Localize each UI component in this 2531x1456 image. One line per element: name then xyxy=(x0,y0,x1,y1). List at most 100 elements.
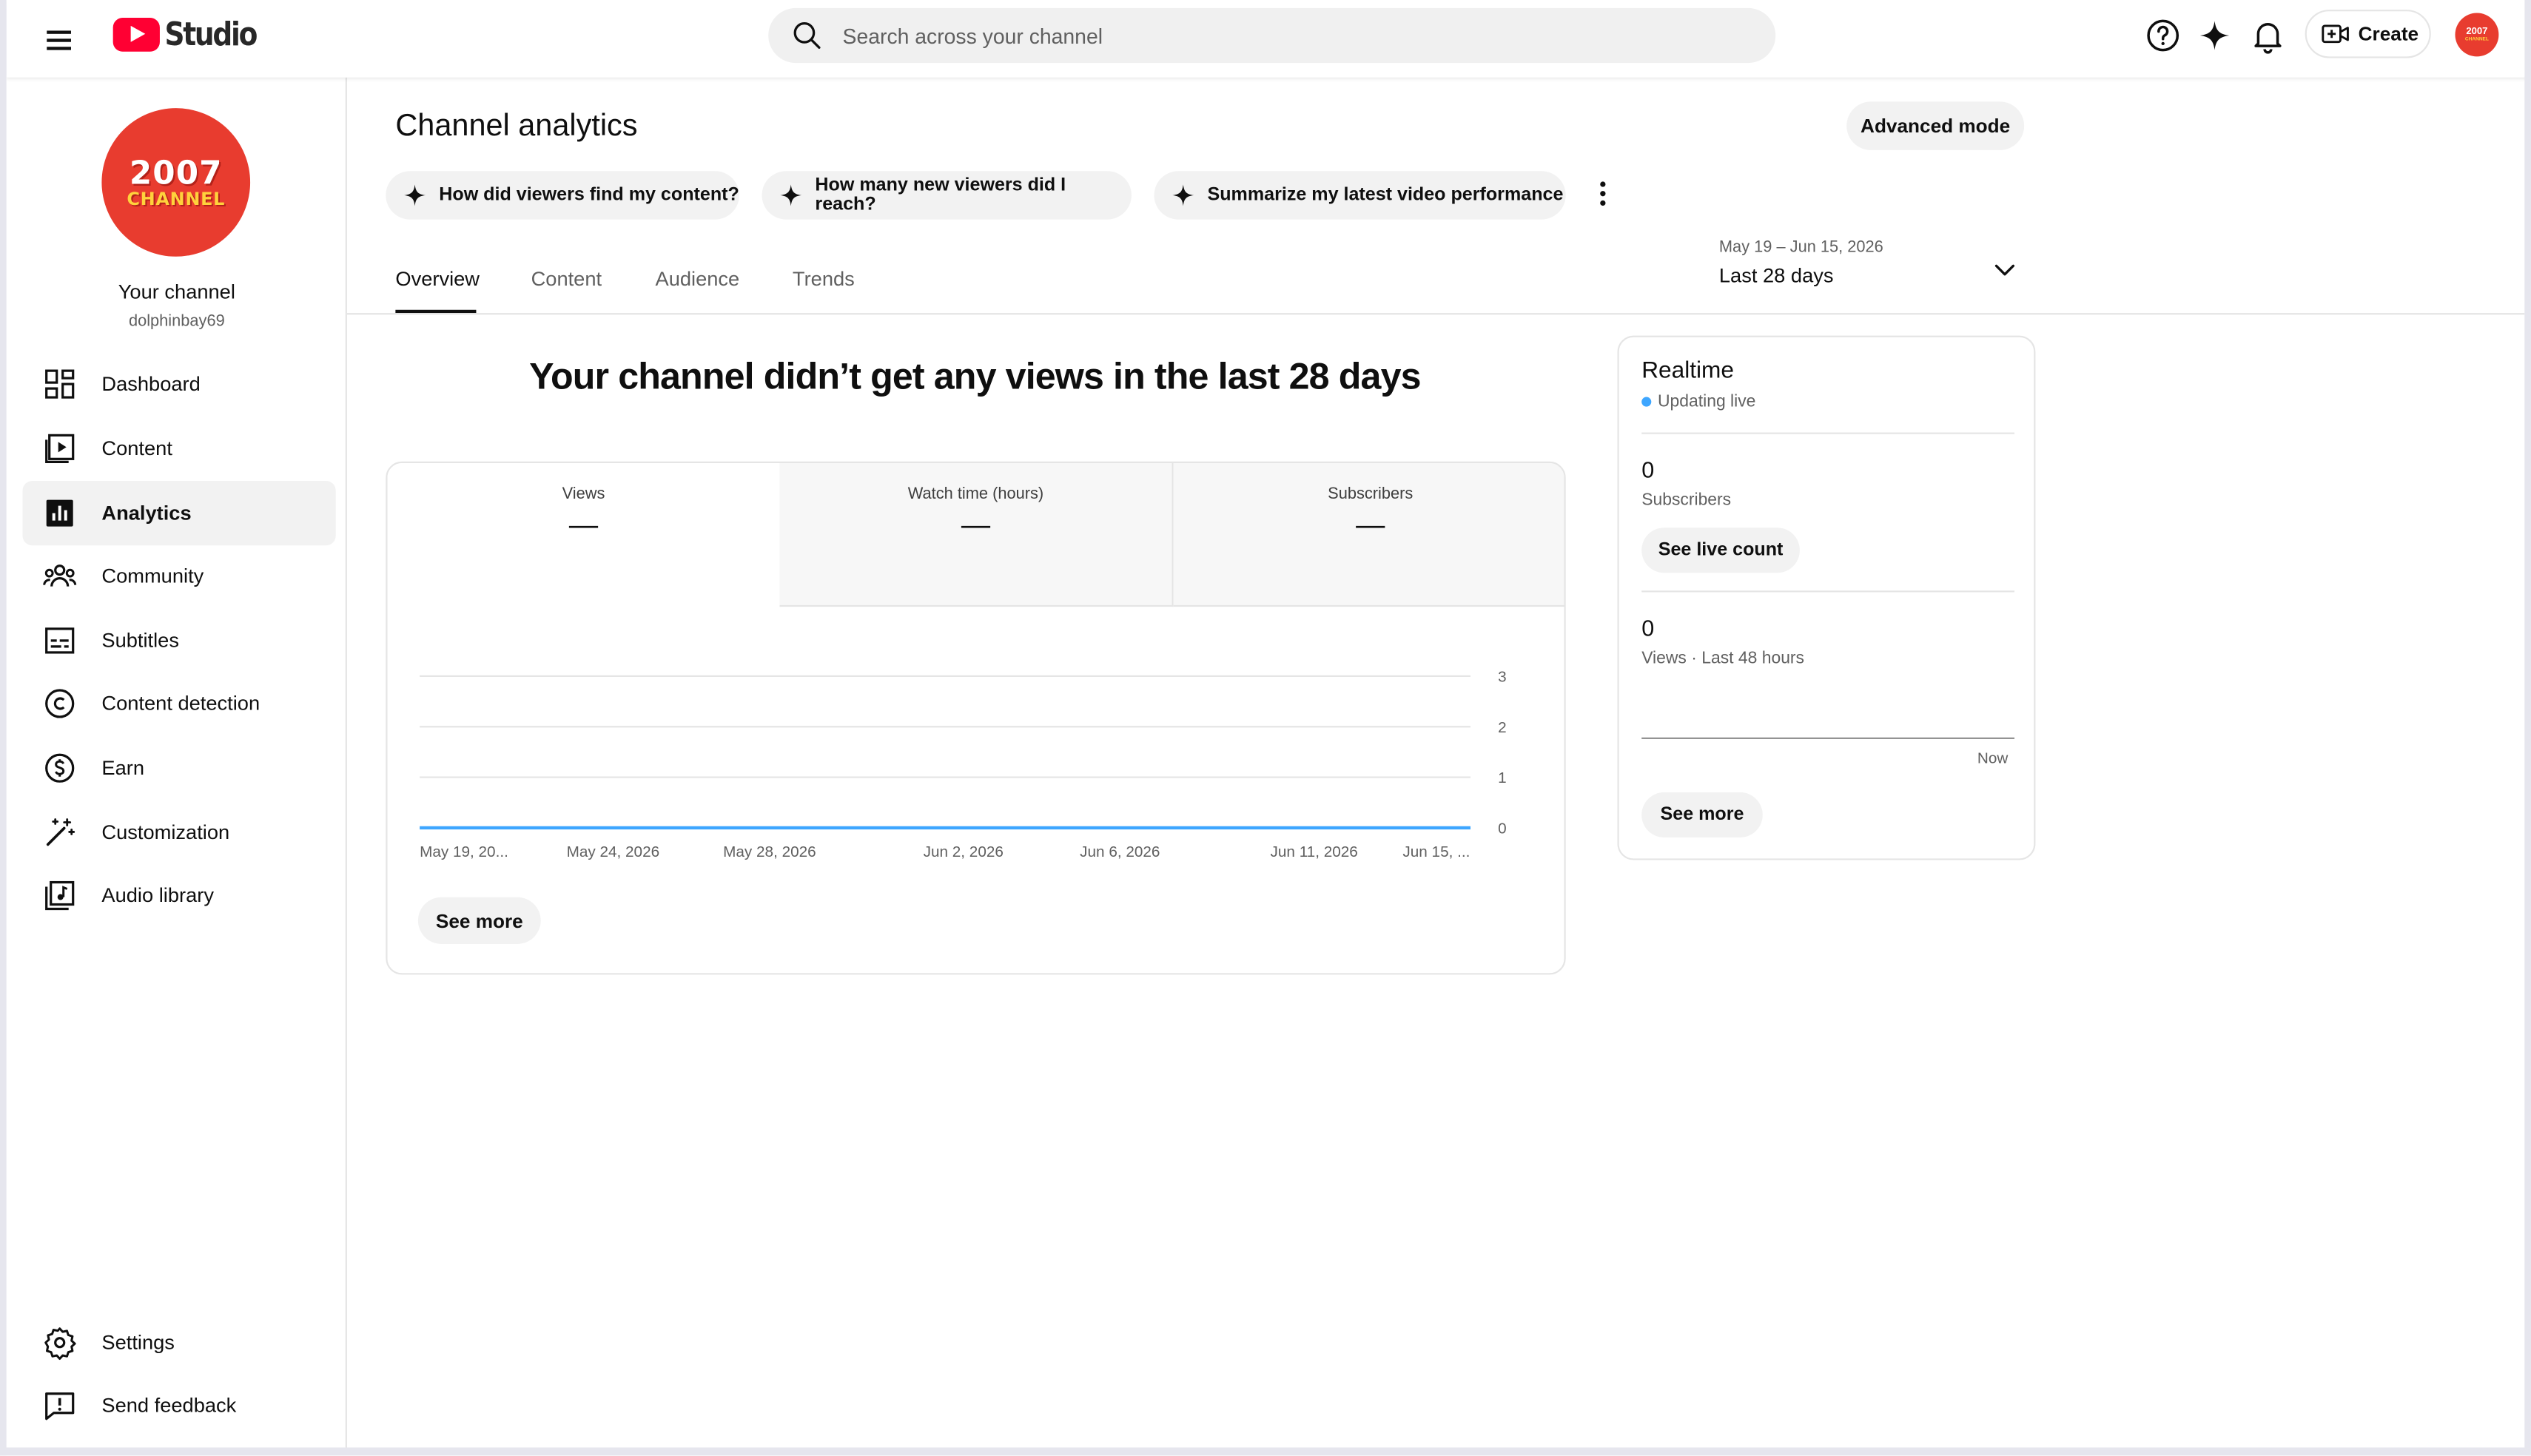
sidebar-item-label: Send feedback xyxy=(101,1394,237,1418)
y-tick-label: 0 xyxy=(1498,820,1507,837)
search-input[interactable] xyxy=(842,7,1747,64)
metric-value: — xyxy=(568,508,599,541)
sparkle-icon[interactable] xyxy=(2195,16,2233,55)
realtime-card: Realtime Updating live 0 Subscribers See… xyxy=(1617,335,2036,860)
channel-avatar[interactable]: 2007 CHANNEL xyxy=(101,108,251,257)
realtime-views-label: Views · Last 48 hours xyxy=(1641,648,1805,668)
metric-value: — xyxy=(961,508,991,541)
realtime-subscribers-label: Subscribers xyxy=(1641,491,1732,510)
chevron-down-icon xyxy=(1994,264,2015,276)
sidebar-item-label: Settings xyxy=(101,1331,175,1354)
y-tick-label: 3 xyxy=(1498,669,1507,686)
sidebar-item-label: Earn xyxy=(101,756,145,780)
search-icon xyxy=(793,21,821,49)
create-video-icon xyxy=(2322,24,2349,44)
audio-library-icon xyxy=(45,880,75,911)
hamburger-menu-icon[interactable] xyxy=(42,19,81,58)
gear-icon xyxy=(44,1327,76,1360)
sparkle-icon xyxy=(1172,184,1194,206)
sidebar-item-label: Community xyxy=(101,564,204,587)
channel-name: Your channel xyxy=(118,280,235,304)
date-range-label: Last 28 days xyxy=(1718,264,1834,288)
notifications-bell-icon[interactable] xyxy=(2248,16,2287,55)
channel-handle: dolphinbay69 xyxy=(128,313,225,331)
account-avatar[interactable]: 2007 CHANNEL xyxy=(2455,13,2499,57)
content-icon xyxy=(45,434,75,463)
metric-label: Views xyxy=(562,485,605,504)
youtube-play-icon xyxy=(112,16,160,51)
metric-tab-views[interactable]: Views — xyxy=(387,462,782,607)
x-tick-label: May 28, 2026 xyxy=(723,843,816,860)
suggestion-chip[interactable]: How did viewers find my content? xyxy=(386,171,739,220)
realtime-chart-axis xyxy=(1641,737,2015,739)
tab-overview[interactable]: Overview xyxy=(395,268,480,314)
date-range-picker[interactable]: May 19 – Jun 15, 2026 Last 28 days xyxy=(1719,239,2026,297)
realtime-status: Updating live xyxy=(1641,392,1755,411)
suggestion-chip[interactable]: How many new viewers did I reach? xyxy=(762,171,1132,220)
tab-content[interactable]: Content xyxy=(531,268,602,314)
chip-label: How many new viewers did I reach? xyxy=(815,175,1066,215)
metric-tab-watch-time[interactable]: Watch time (hours) — xyxy=(779,462,1174,607)
y-tick-label: 2 xyxy=(1498,719,1507,736)
divider xyxy=(1641,432,2015,434)
create-label: Create xyxy=(2358,22,2419,46)
views-line-chart: 0 1 2 3 May 19, 20... May 24, 2026 May 28, 202… xyxy=(420,669,1507,860)
analytics-icon xyxy=(46,499,73,527)
community-icon xyxy=(43,564,77,587)
help-icon[interactable] xyxy=(2144,16,2182,55)
sidebar-item-settings[interactable]: Settings xyxy=(23,1310,336,1375)
sidebar-item-label: Content detection xyxy=(101,692,261,715)
no-views-headline: Your channel didn’t get any views in the… xyxy=(529,354,1421,397)
search-bar[interactable] xyxy=(768,7,1776,64)
channel-avatar-line2: CHANNEL xyxy=(127,189,226,210)
avatar-subtext: CHANNEL xyxy=(2464,35,2489,42)
sidebar-item-content[interactable]: Content xyxy=(23,417,336,481)
date-range-dates: May 19 – Jun 15, 2026 xyxy=(1718,238,1883,257)
sidebar-item-subtitles[interactable]: Subtitles xyxy=(23,608,336,673)
y-tick-label: 1 xyxy=(1498,769,1507,786)
x-tick-label: Jun 11, 2026 xyxy=(1271,843,1358,860)
advanced-mode-button[interactable]: Advanced mode xyxy=(1846,101,2025,150)
sidebar-item-send-feedback[interactable]: Send feedback xyxy=(23,1373,336,1438)
feedback-icon xyxy=(45,1392,75,1420)
overview-chart-card: Views — Watch time (hours) — Subscribers… xyxy=(386,461,1566,975)
see-live-count-button[interactable]: See live count xyxy=(1641,528,1800,573)
sidebar-item-community[interactable]: Community xyxy=(23,544,336,608)
dollar-icon xyxy=(45,753,75,783)
sidebar-item-label: Analytics xyxy=(101,502,192,525)
sidebar-item-label: Customization xyxy=(101,821,230,844)
x-tick-label: Jun 15, ... xyxy=(1402,843,1470,860)
dashboard-icon xyxy=(45,369,75,399)
studio-logo[interactable]: Studio xyxy=(112,15,272,53)
x-tick-label: May 24, 2026 xyxy=(567,843,660,860)
sidebar-item-label: Dashboard xyxy=(101,372,201,396)
sidebar-item-label: Audio library xyxy=(101,884,214,907)
sidebar-item-analytics[interactable]: Analytics xyxy=(22,480,336,546)
sidebar-item-content-detection[interactable]: Content detection xyxy=(23,671,336,735)
see-more-button[interactable]: See more xyxy=(417,897,541,944)
realtime-title: Realtime xyxy=(1641,358,1734,385)
realtime-status-label: Updating live xyxy=(1658,392,1756,412)
create-button[interactable]: Create xyxy=(2305,10,2431,58)
sidebar-item-customization[interactable]: Customization xyxy=(23,801,336,865)
copyright-icon xyxy=(45,689,75,718)
more-options-icon[interactable] xyxy=(1587,178,1619,210)
metric-tab-subscribers[interactable]: Subscribers — xyxy=(1173,462,1564,607)
realtime-see-more-button[interactable]: See more xyxy=(1641,792,1763,838)
sidebar-item-earn[interactable]: Earn xyxy=(23,736,336,801)
sidebar-item-audio-library[interactable]: Audio library xyxy=(23,863,336,928)
sparkle-icon xyxy=(404,184,426,206)
subtitles-icon xyxy=(45,627,75,654)
magic-wand-icon xyxy=(46,818,75,846)
sidebar: 2007 CHANNEL Your channel dolphinbay69 D… xyxy=(6,77,347,1448)
tab-trends[interactable]: Trends xyxy=(793,268,855,314)
realtime-subscribers-value: 0 xyxy=(1641,456,1655,483)
suggestion-chip[interactable]: Summarize my latest video performance xyxy=(1154,171,1566,220)
x-tick-label: May 19, 20... xyxy=(420,843,508,860)
chip-label: Summarize my latest video performance xyxy=(1207,185,1564,206)
x-tick-label: Jun 6, 2026 xyxy=(1080,843,1160,860)
sidebar-item-dashboard[interactable]: Dashboard xyxy=(23,351,336,416)
main-content: Channel analytics Advanced mode How did … xyxy=(346,78,2525,1448)
page-title: Channel analytics xyxy=(395,109,638,144)
tab-audience[interactable]: Audience xyxy=(656,268,740,314)
